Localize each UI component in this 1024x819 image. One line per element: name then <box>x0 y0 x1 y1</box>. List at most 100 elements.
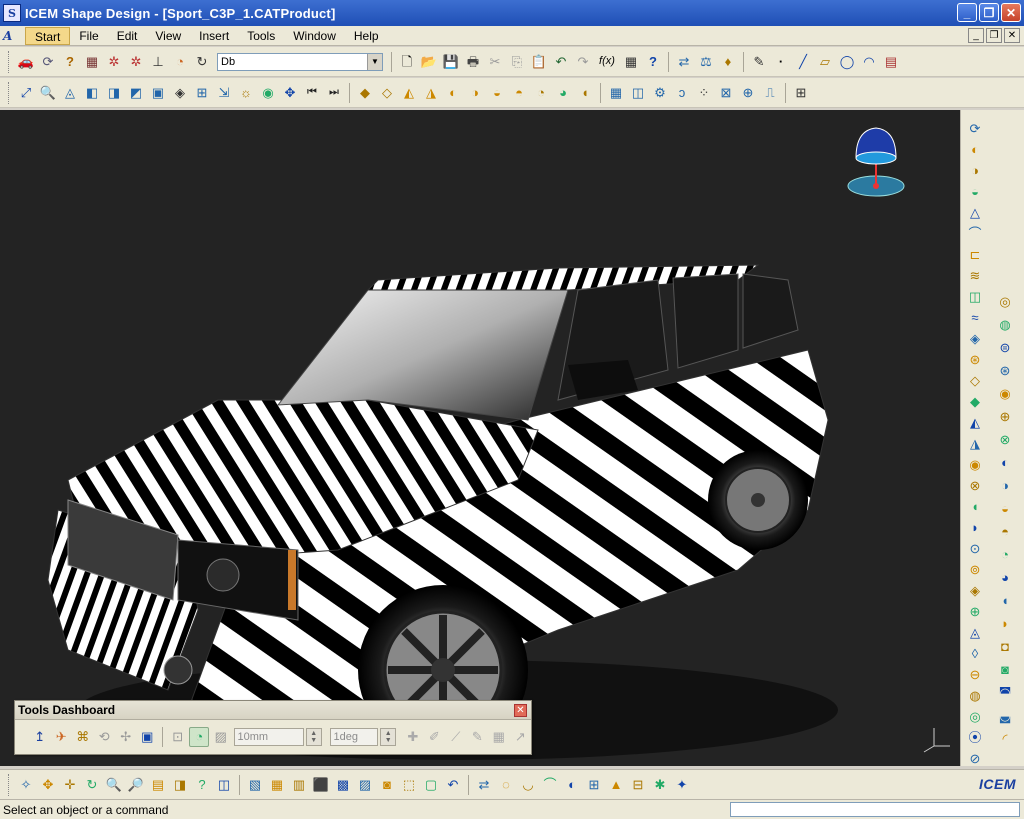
db-select[interactable]: Db ▼ <box>217 52 383 71</box>
layer-icon[interactable]: ▩ <box>333 775 353 795</box>
compass-up-icon[interactable]: ↥ <box>30 727 50 747</box>
flower-icon[interactable]: ✢ <box>116 727 136 747</box>
flow-icon[interactable]: ≈ <box>965 308 985 327</box>
surface-icon[interactable]: ◈ <box>965 329 985 348</box>
circle-icon[interactable]: ◯ <box>837 52 857 72</box>
plane-icon[interactable]: ✈ <box>52 727 72 747</box>
analysis-3-icon[interactable]: ⊜ <box>995 337 1015 358</box>
command-input[interactable] <box>730 802 1020 817</box>
analysis-13-icon[interactable]: ◕ <box>995 567 1015 588</box>
surf1-icon[interactable]: ◆ <box>355 83 375 103</box>
analysis-16-icon[interactable]: ◘ <box>995 636 1015 657</box>
rotate-icon[interactable]: ↻ <box>82 775 102 795</box>
offset-icon[interactable]: ◒ <box>965 182 985 201</box>
car-icon[interactable]: 🚗 <box>16 52 36 72</box>
plus-icon[interactable]: ⊕ <box>965 602 985 621</box>
hatch-icon[interactable]: ▨ <box>355 775 375 795</box>
analysis-19-icon[interactable]: ◛ <box>995 705 1015 726</box>
surf6-icon[interactable]: ◑ <box>465 83 485 103</box>
sync-icon[interactable]: ↻ <box>192 52 212 72</box>
hide-icon[interactable]: ⇲ <box>214 83 234 103</box>
snap-icon[interactable]: ⇄ <box>674 52 694 72</box>
fill-icon[interactable]: ◭ <box>965 413 985 432</box>
bottle-icon[interactable]: ♦ <box>718 52 738 72</box>
reflect-icon[interactable]: ⎍ <box>760 83 780 103</box>
axis-icon[interactable]: ⊥ <box>148 52 168 72</box>
network-icon[interactable]: ✲ <box>104 52 124 72</box>
iso-icon[interactable]: ◨ <box>170 775 190 795</box>
patch-icon[interactable]: ◆ <box>965 392 985 411</box>
save-icon[interactable]: 💾 <box>441 52 461 72</box>
triangle-icon[interactable]: ▲ <box>606 775 626 795</box>
menu-file[interactable]: File <box>70 27 107 45</box>
table-icon[interactable]: ▦ <box>606 83 626 103</box>
zoom-in-icon[interactable]: 🔍 <box>104 775 124 795</box>
distance-step-spinner[interactable]: ▲ ▼ <box>305 727 322 746</box>
frame-icon[interactable]: ⬚ <box>399 775 419 795</box>
stack-icon[interactable]: ▦ <box>82 52 102 72</box>
tools-dashboard-title[interactable]: Tools Dashboard <box>15 701 531 720</box>
fillet-icon[interactable]: ◐ <box>965 140 985 159</box>
circle-icon[interactable]: ⊚ <box>965 560 985 579</box>
curve-icon[interactable]: ⌒ <box>965 224 985 243</box>
cut-icon[interactable]: ✂ <box>485 52 505 72</box>
spin-up-icon[interactable]: ▲ <box>310 730 317 737</box>
sweep-icon[interactable]: ⟳ <box>965 119 985 138</box>
analysis-20-icon[interactable]: ◜ <box>995 728 1015 749</box>
next-icon[interactable]: ⏭ <box>324 83 344 103</box>
box-icon[interactable]: ◙ <box>377 775 397 795</box>
menu-edit[interactable]: Edit <box>108 27 147 45</box>
square-icon[interactable]: ▢ <box>421 775 441 795</box>
frame-icon[interactable]: ▣ <box>138 727 158 747</box>
side-view-icon[interactable]: ◩ <box>126 83 146 103</box>
cross-icon[interactable]: ⊗ <box>965 476 985 495</box>
refresh-icon[interactable]: ⟳ <box>38 52 58 72</box>
network2-icon[interactable]: ✲ <box>126 52 146 72</box>
split-icon[interactable]: ◫ <box>965 287 985 306</box>
angle-step-input[interactable]: 1deg <box>329 727 379 746</box>
surf7-icon[interactable]: ◒ <box>487 83 507 103</box>
analysis-6-icon[interactable]: ⊕ <box>995 406 1015 427</box>
toolbar-grip[interactable] <box>8 773 11 796</box>
pan-icon[interactable]: ✥ <box>38 775 58 795</box>
spin-up-icon[interactable]: ▲ <box>385 730 392 737</box>
curvature-icon[interactable]: ↄ <box>672 83 692 103</box>
surf8-icon[interactable]: ◓ <box>509 83 529 103</box>
analysis-15-icon[interactable]: ◗ <box>995 613 1015 634</box>
copy-paste-icon[interactable]: ▤ <box>881 52 901 72</box>
arc-icon[interactable]: ⌒ <box>540 775 560 795</box>
add-icon[interactable]: ✚ <box>403 727 423 747</box>
hatch-icon[interactable]: ▨ <box>211 727 231 747</box>
analysis-2-icon[interactable]: ◍ <box>995 314 1015 335</box>
help-icon[interactable]: ? <box>60 52 80 72</box>
split-icon[interactable]: ◫ <box>628 83 648 103</box>
spin-down-icon[interactable]: ▼ <box>310 737 317 744</box>
dots-icon[interactable]: ⁘ <box>694 83 714 103</box>
surf11-icon[interactable]: ◖ <box>575 83 595 103</box>
angle-step-spinner[interactable]: ▲ ▼ <box>380 727 397 746</box>
diagnostic-icon[interactable]: ⊕ <box>738 83 758 103</box>
analysis-12-icon[interactable]: ◔ <box>995 544 1015 565</box>
copy-icon[interactable]: ⎘ <box>507 52 527 72</box>
match-icon[interactable]: ◉ <box>965 455 985 474</box>
slope-icon[interactable]: ⟋ <box>446 727 466 747</box>
trim-icon[interactable]: ⊏ <box>965 245 985 264</box>
formula-icon[interactable]: f(x) <box>595 52 619 72</box>
maximize-button[interactable]: ❐ <box>979 3 999 22</box>
scale-icon[interactable]: ⚖ <box>696 52 716 72</box>
minus-box-icon[interactable]: ⊟ <box>628 775 648 795</box>
smile-icon[interactable]: ◡ <box>518 775 538 795</box>
pie-icon[interactable]: ◔ <box>170 52 190 72</box>
surf3-icon[interactable]: ◭ <box>399 83 419 103</box>
minus-icon[interactable]: ⊖ <box>965 665 985 684</box>
target-icon[interactable]: ⦿ <box>965 728 985 747</box>
close-button[interactable]: ✕ <box>1001 3 1021 22</box>
swap-icon[interactable]: ⇄ <box>474 775 494 795</box>
cube-view-icon[interactable]: ▣ <box>148 83 168 103</box>
doc-restore-button[interactable]: ❐ <box>986 28 1002 43</box>
iso-view-icon[interactable]: ◧ <box>82 83 102 103</box>
doc-close-button[interactable]: ✕ <box>1004 28 1020 43</box>
analysis-8-icon[interactable]: ◐ <box>995 452 1015 473</box>
dashed-icon[interactable]: ◌ <box>496 775 516 795</box>
line-icon[interactable]: ╱ <box>793 52 813 72</box>
